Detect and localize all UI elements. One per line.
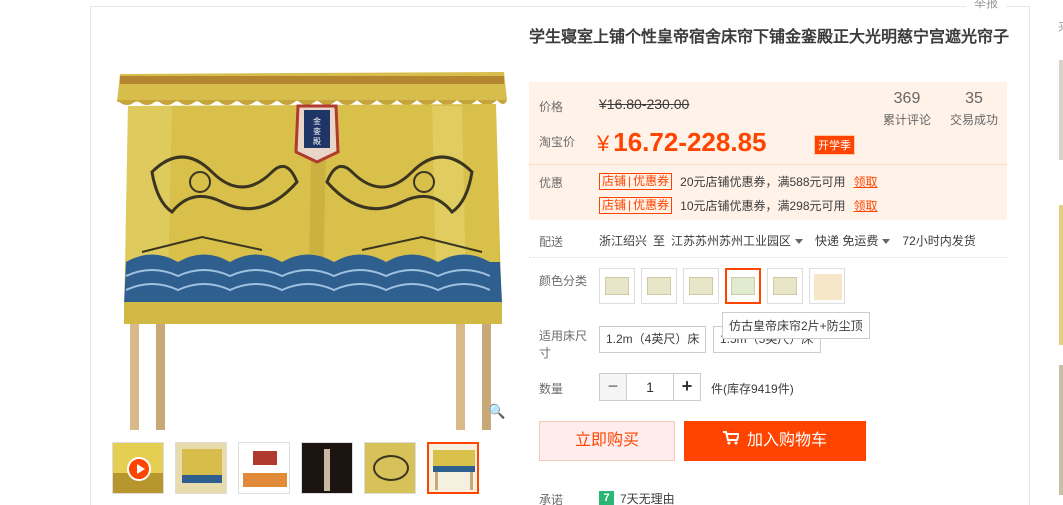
price-box: 价格 ¥16.80-230.00 淘宝价 ¥16.72-228.85 开学季 3… [529, 82, 1007, 164]
increase-button[interactable]: + [673, 373, 701, 401]
color-swatches [599, 268, 845, 304]
divider [529, 257, 1007, 258]
coupon-label: 优惠 [539, 176, 564, 190]
coupon-box: 优惠 店铺 | 优惠券 20元店铺优惠券，满588元可用 领取 店铺 | 优惠券 10元… [529, 164, 1007, 220]
svg-text:金: 金 [313, 116, 321, 126]
color-label: 颜色分类 [539, 274, 588, 288]
thumbnail-item-selected[interactable] [427, 442, 479, 494]
recommend-image[interactable] [1059, 205, 1063, 345]
promise-label: 承诺 [539, 493, 564, 505]
stock-text: 件(库存9419件) [711, 382, 794, 396]
color-option[interactable] [683, 268, 719, 304]
color-option[interactable] [767, 268, 803, 304]
zoom-icon[interactable]: 🔍 [488, 403, 505, 419]
size-option[interactable]: 1.2m（4英尺）床 [599, 326, 707, 353]
coupon-row: 店铺 | 优惠券 20元店铺优惠券，满588元可用 领取 [599, 173, 878, 190]
play-icon[interactable] [127, 457, 151, 481]
recommend-image[interactable] [1059, 60, 1063, 160]
seven-day-icon: 7 [599, 491, 614, 505]
thumbnail-item[interactable] [301, 442, 353, 494]
coupon-row: 店铺 | 优惠券 10元店铺优惠券，满298元可用 领取 [599, 197, 878, 214]
color-option[interactable] [599, 268, 635, 304]
shipping-info: 浙江绍兴 至 江苏苏州苏州工业园区 快递 免运费 72小时内发货 [599, 232, 976, 249]
cart-icon [722, 421, 741, 461]
chevron-down-icon [795, 239, 804, 245]
thumbnail-item[interactable] [175, 442, 227, 494]
transaction-count: 35 交易成功 [949, 90, 998, 127]
price-label: 价格 [539, 100, 564, 114]
recommend-image[interactable] [1059, 365, 1063, 495]
store-coupon-tag: 店铺 | 优惠券 [599, 197, 673, 214]
quantity-input[interactable] [627, 373, 673, 401]
coupon-text: 20元店铺优惠券，满588元可用 [680, 175, 846, 189]
svg-text:殿: 殿 [313, 137, 321, 146]
color-option-selected[interactable] [725, 268, 761, 304]
original-price: ¥16.80-230.00 [599, 96, 690, 112]
thumbnail-strip [112, 442, 479, 494]
taobao-price-label: 淘宝价 [539, 135, 576, 149]
buy-now-button[interactable]: 立即购买 [539, 421, 675, 461]
decrease-button[interactable]: − [599, 373, 627, 401]
right-edge-text: 来 [1058, 18, 1063, 35]
color-option[interactable] [641, 268, 677, 304]
quantity-stepper: − + [599, 373, 701, 401]
review-count[interactable]: 369 累计评论 [877, 90, 937, 128]
thumbnail-video[interactable] [112, 442, 164, 494]
product-title: 学生寝室上铺个性皇帝宿舍床帘下铺金銮殿正大光明慈宁宫遮光帘子 [529, 29, 1010, 46]
store-coupon-tag: 店铺 | 优惠券 [599, 173, 673, 190]
promise-text[interactable]: 7天无理由 [620, 490, 675, 505]
taobao-price: ¥16.72-228.85 [597, 127, 767, 157]
color-option[interactable] [809, 268, 845, 304]
promise-row: 7 7天无理由 [599, 490, 675, 505]
color-tooltip: 仿古皇帝床帘2片+防尘顶 [722, 312, 870, 339]
thumbnail-item[interactable] [238, 442, 290, 494]
svg-text:銮: 銮 [313, 126, 321, 136]
coupon-text: 10元店铺优惠券，满298元可用 [680, 199, 846, 213]
ship-from: 浙江绍兴 [599, 234, 648, 248]
quantity-label: 数量 [539, 382, 564, 396]
shipping-label: 配送 [539, 235, 564, 249]
dispatch-time: 72小时内发货 [902, 234, 976, 248]
chevron-down-icon [882, 239, 891, 245]
size-label: 适用床尺寸 [539, 329, 588, 360]
add-to-cart-button[interactable]: 加入购物车 [684, 421, 866, 461]
claim-coupon-link[interactable]: 领取 [854, 197, 878, 214]
report-link[interactable]: 举报 [966, 0, 1007, 11]
shipping-method-select[interactable]: 快递 免运费 [815, 232, 891, 249]
claim-coupon-link[interactable]: 领取 [854, 173, 878, 190]
thumbnail-item[interactable] [364, 442, 416, 494]
promo-badge: 开学季 [814, 135, 855, 155]
main-product-image[interactable]: 金 銮 殿 [112, 62, 510, 430]
ship-to-word: 至 [653, 234, 666, 248]
product-page: 举报 来 金 銮 殿 [0, 0, 1063, 505]
right-recommend-strip: 来 [1058, 0, 1063, 505]
destination-select[interactable]: 江苏苏州苏州工业园区 [671, 232, 804, 249]
